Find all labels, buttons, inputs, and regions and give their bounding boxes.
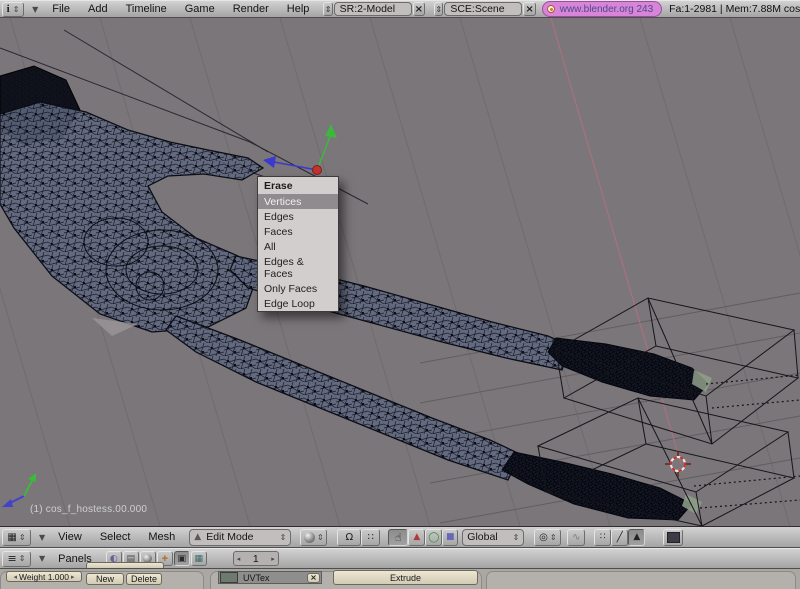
manipulator-toggle-button[interactable]: ☝ — [388, 529, 408, 546]
transform-manipulator-icon — [263, 124, 337, 175]
frame-number-value: 1 — [253, 553, 259, 565]
menu-view[interactable]: View — [49, 531, 91, 543]
frame-increment-icon[interactable]: ▸ — [271, 555, 275, 563]
pivot-point-button[interactable]: Ω — [337, 529, 361, 546]
menu-game[interactable]: Game — [176, 3, 224, 15]
mode-selector[interactable]: ▲ Edit Mode ⇕ — [189, 529, 291, 546]
dotted-lines — [694, 375, 800, 508]
object-axes-icon — [2, 473, 36, 507]
screen-selector-value: SR:2-Model — [340, 3, 395, 15]
grid-icon: ▦ — [7, 532, 16, 543]
window-type-arrows-icon: ⇕ — [19, 554, 26, 563]
uvtex-delete-icon[interactable]: × — [307, 573, 320, 583]
screen-close-button[interactable]: × — [413, 2, 425, 16]
scene-context-button[interactable]: ▦ — [191, 551, 207, 566]
window-type-arrows-icon: ⇕ — [19, 533, 26, 542]
extrude-button[interactable]: Extrude — [333, 570, 478, 585]
bars-icon: ≡ — [8, 552, 17, 565]
falloff-button[interactable]: ∿ — [567, 529, 585, 546]
info-header: i ⇕ ▼ File Add Timeline Game Render Help… — [0, 0, 800, 18]
erase-item-edge-loop[interactable]: Edge Loop — [258, 296, 338, 311]
render-preview-button[interactable] — [663, 529, 683, 546]
window-type-buttons-button[interactable]: ≡ ⇕ — [2, 551, 31, 567]
mesh-torso — [0, 102, 263, 336]
weight-slider-value: Weight 1.000 — [19, 572, 69, 582]
weight-slider[interactable]: ◂ Weight 1.000 ▸ — [6, 571, 82, 582]
panel-tab-strip — [86, 562, 164, 568]
mesh-left-leg — [166, 316, 702, 520]
blender-logo-icon — [547, 5, 555, 13]
3d-cursor-icon — [665, 451, 691, 477]
collapse-menus-icon[interactable]: ▼ — [32, 5, 38, 14]
screen-browse-button[interactable]: ⇕ — [323, 2, 332, 16]
erase-popup-menu: Erase Vertices Edges Faces All Edges & F… — [257, 176, 339, 312]
scene-selector[interactable]: SCE:Scene — [444, 2, 522, 16]
draw-type-button[interactable]: ⇕ — [300, 529, 327, 546]
scene-close-button[interactable]: × — [523, 2, 535, 16]
edge-select-mode-button[interactable]: ╱ — [611, 529, 628, 546]
menu-timeline[interactable]: Timeline — [117, 3, 176, 15]
erase-item-edges[interactable]: Edges — [258, 209, 338, 224]
panel-outline-right — [486, 571, 796, 589]
erase-item-faces[interactable]: Faces — [258, 224, 338, 239]
uvtex-name: UVTex — [238, 573, 307, 583]
shaded-sphere-icon — [304, 532, 315, 543]
erase-item-only-faces[interactable]: Only Faces — [258, 281, 338, 296]
editing-context-button[interactable]: ▣ — [174, 551, 190, 566]
collapse-menus-icon[interactable]: ▼ — [39, 533, 45, 542]
collapse-menus-icon[interactable]: ▼ — [39, 554, 45, 563]
view3d-header: ▦ ⇕ ▼ View Select Mesh ▲ Edit Mode ⇕ ⇕ Ω… — [0, 526, 800, 548]
scale-manipulator-button[interactable]: ■ — [442, 529, 458, 546]
orientation-selector[interactable]: Global ⇕ — [462, 529, 524, 546]
scene-browse-button[interactable]: ⇕ — [434, 2, 443, 16]
face-select-mode-button[interactable]: ▲ — [628, 529, 645, 546]
snap-target-button[interactable]: ∷ — [361, 529, 380, 546]
version-badge: www.blender.org 243 — [542, 1, 662, 17]
erase-item-vertices[interactable]: Vertices — [258, 194, 338, 209]
uvtex-field[interactable]: UVTex × — [218, 571, 322, 584]
dropdown-arrows-icon: ⇕ — [513, 533, 520, 542]
orientation-value: Global — [467, 531, 512, 543]
scene-stats: Fa:1-2981 | Mem:7.88M cos_f_hos — [669, 3, 800, 15]
translate-manipulator-button[interactable]: ▲ — [408, 529, 425, 546]
editmode-icon: ▲ — [194, 532, 201, 542]
proportional-edit-button[interactable]: ◎ ⇕ — [534, 529, 561, 546]
window-type-arrows-icon: ⇕ — [13, 5, 20, 14]
menu-help[interactable]: Help — [278, 3, 319, 15]
active-object-label: (1) cos_f_hostess.00.000 — [30, 504, 147, 515]
menu-select[interactable]: Select — [91, 531, 140, 543]
info-icon: i — [7, 3, 10, 15]
version-badge-text: www.blender.org 243 — [560, 4, 653, 15]
image-icon — [667, 532, 680, 543]
slider-right-icon[interactable]: ▸ — [71, 573, 75, 581]
menu-add[interactable]: Add — [79, 3, 117, 15]
dropdown-arrows-icon: ⇕ — [550, 533, 557, 542]
screen-selector[interactable]: SR:2-Model — [334, 2, 412, 16]
dropdown-arrows-icon: ⇕ — [280, 533, 287, 542]
buttons-window-content: ◂ Weight 1.000 ▸ New Delete UVTex × Extr… — [0, 569, 800, 585]
window-type-info-button[interactable]: i ⇕ — [2, 2, 24, 17]
menu-render[interactable]: Render — [224, 3, 278, 15]
uvtex-swatch — [220, 572, 238, 583]
menu-file[interactable]: File — [43, 3, 79, 15]
slider-left-icon[interactable]: ◂ — [14, 573, 18, 581]
menu-mesh[interactable]: Mesh — [139, 531, 184, 543]
erase-item-edges-faces[interactable]: Edges & Faces — [258, 254, 338, 281]
dropdown-arrows-icon: ⇕ — [317, 533, 324, 542]
new-button[interactable]: New — [86, 573, 124, 585]
frame-number-field[interactable]: ◂ 1 ▸ — [233, 551, 279, 566]
frame-decrement-icon[interactable]: ◂ — [237, 555, 241, 563]
3d-viewport[interactable]: (1) cos_f_hostess.00.000 Erase Vertices … — [0, 18, 800, 526]
mode-selector-value: Edit Mode — [206, 531, 279, 543]
erase-item-all[interactable]: All — [258, 239, 338, 254]
scene-selector-value: SCE:Scene — [450, 3, 504, 15]
vertex-select-mode-button[interactable]: ∷ — [594, 529, 611, 546]
proportional-icon: ◎ — [539, 532, 548, 543]
window-type-3dview-button[interactable]: ▦ ⇕ — [2, 529, 31, 546]
delete-button[interactable]: Delete — [126, 573, 162, 585]
erase-menu-title: Erase — [258, 177, 338, 194]
rotate-manipulator-button[interactable]: ◯ — [425, 529, 442, 546]
viewport-canvas — [0, 18, 800, 526]
